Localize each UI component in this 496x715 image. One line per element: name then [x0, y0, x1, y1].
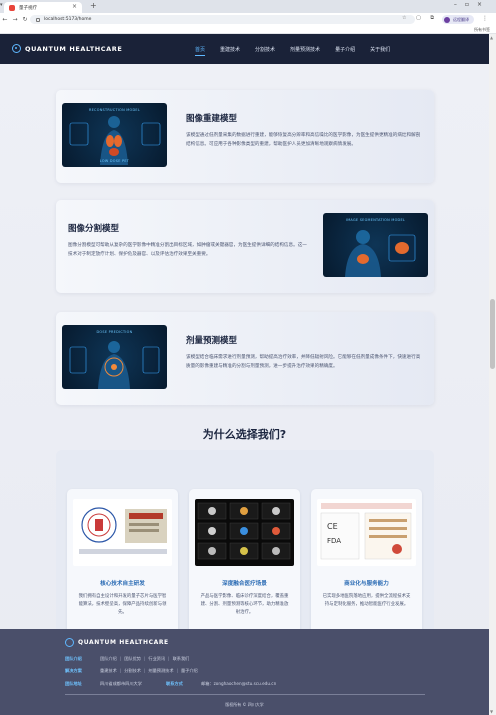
footer-divider [65, 694, 425, 695]
close-tab-icon[interactable]: × [72, 3, 77, 10]
forward-icon[interactable]: → [10, 16, 20, 23]
scroll-down-icon[interactable]: ▼ [490, 709, 493, 714]
browser-tab[interactable]: 量子视疗 × [4, 2, 82, 13]
footer-link[interactable]: 分割技术 [124, 668, 141, 674]
footer-logo-icon [65, 638, 74, 647]
certificate-image [73, 499, 172, 566]
image-caption-bottom: LOW DOSE PET [99, 159, 130, 163]
brand-name: QUANTUM HEALTHCARE [25, 44, 123, 53]
feature-card-core-tech: 核心技术自主研发 我们拥有自主设计和开发的量子芯片与医学智能算法，技术壁垒高，保… [67, 489, 178, 635]
footer-brand: QUANTUM HEALTHCARE [65, 638, 169, 647]
footer-label: 团队介绍 [65, 656, 82, 661]
body-scan-icon [69, 116, 161, 165]
scroll-up-icon[interactable]: ▲ [490, 35, 493, 40]
page-content: QUANTUM HEALTHCARE 首页 重建技术 分割技术 剂量预测技术 量… [0, 34, 489, 715]
footer-link[interactable]: 剂量预测技术 [148, 668, 173, 674]
nav-link-home[interactable]: 首页 [195, 46, 206, 56]
svg-text:FDA: FDA [327, 537, 341, 545]
extension-icons[interactable]: ☆ ▢ ⧉ [402, 15, 438, 21]
nav-links: 首页 重建技术 分割技术 剂量预测技术 量子介绍 关于我们 [195, 46, 405, 56]
footer-link[interactable]: 重建技术 [100, 668, 117, 674]
feature-title: 核心技术自主研发 [100, 581, 145, 587]
model-card-dose-prediction: DOSE PREDICTION 剂量预测模型 该模型结合临床需求进行剂量预测，帮… [56, 312, 434, 405]
avatar [444, 16, 450, 23]
footer-link[interactable]: 团队介绍 [100, 656, 117, 662]
feature-title: 商业化与服务能力 [344, 581, 389, 587]
segmentation-model-image: IMAGE SEGMENTATION MODEL [323, 213, 428, 277]
footer-brand-name: QUANTUM HEALTHCARE [78, 639, 169, 646]
why-section-title: 为什么选择我们? [202, 428, 287, 441]
scan-grid-icon [197, 502, 291, 560]
footer-label: 解决方案 [65, 668, 82, 673]
profile-button[interactable]: 远程翻译 [442, 15, 474, 24]
feature-description: 产品与医学影像、临床诊疗深度结合，覆盖重建、分割、剂量预测等核心环节，助力精准放… [200, 594, 289, 615]
footer-email[interactable]: zonghaochen@stu.scu.edu.cn [214, 681, 277, 687]
nav-link-reconstruction[interactable]: 重建技术 [220, 46, 240, 53]
window-controls[interactable]: –▫× [454, 1, 490, 8]
footer-label: 团队地址 [65, 681, 82, 686]
footer: QUANTUM HEALTHCARE 团队介绍 团队介绍 | 团队优势 | 行业资讯… [0, 629, 489, 715]
top-navigation: QUANTUM HEALTHCARE 首页 重建技术 分割技术 剂量预测技术 量… [0, 34, 489, 64]
nav-link-about[interactable]: 关于我们 [370, 46, 390, 53]
url-text: localhost:5173/home [44, 17, 92, 22]
menu-icon[interactable]: ⋮ [482, 15, 488, 22]
model-title: 图像分割模型 [68, 224, 120, 234]
certificate-icon [79, 507, 167, 554]
footer-link[interactable]: 团队优势 [124, 656, 141, 662]
footer-row-solutions: 解决方案 重建技术 | 分割技术 | 剂量预测技术 | 量子介绍 [65, 668, 198, 674]
footer-label: 联系方式 [166, 681, 183, 686]
model-title: 图像重建模型 [186, 114, 238, 124]
back-icon[interactable]: ← [0, 16, 10, 23]
model-description: 该模型结合临床需求进行剂量预测，帮助提高治疗效率，并降低辐射风险。它能够在低剂量… [186, 355, 421, 369]
profile-label: 远程翻译 [453, 16, 469, 22]
tab-list-icon[interactable]: ▾ [0, 2, 3, 8]
tab-title: 量子视疗 [19, 5, 37, 11]
reload-icon[interactable]: ↻ [20, 16, 30, 23]
browser-tab-bar: ▾ 量子视疗 × + –▫× [0, 0, 496, 13]
page-scrollbar[interactable]: ▲ ▼ [489, 34, 496, 715]
dose-prediction-image: DOSE PREDICTION [62, 325, 167, 389]
model-card-reconstruction: RECONSTRUCTION MODEL LOW DOSE PET 图像重建模型… [56, 90, 434, 183]
feature-card-medical-integration: 深度融合医疗场景 产品与医学影像、临床诊疗深度结合，覆盖重建、分割、剂量预测等核… [189, 489, 300, 635]
nav-link-dose-prediction[interactable]: 剂量预测技术 [290, 46, 320, 53]
scrollbar-thumb[interactable] [490, 299, 495, 369]
model-title: 剂量预测模型 [186, 336, 238, 346]
footer-link[interactable]: 量子介绍 [181, 668, 198, 674]
reconstruction-model-image: RECONSTRUCTION MODEL LOW DOSE PET [62, 103, 167, 167]
svg-text:CE: CE [327, 522, 338, 531]
brand-logo-icon [12, 44, 21, 53]
feature-title: 深度融合医疗场景 [222, 581, 267, 587]
feature-card-commercialization: CE FDA 商业化与服务能力 已实现多地医院落地应用，提供全流程技术支持与定制… [311, 489, 422, 635]
new-tab-button[interactable]: + [90, 1, 97, 10]
footer-address: 四川省成都市四川大学 [100, 681, 142, 686]
feature-description: 我们拥有自主设计和开发的量子芯片与医学智能算法，技术壁垒高，保障产品持续创新与领… [78, 594, 167, 615]
address-bar-row: ← → ↻ localhost:5173/home ☆ ▢ ⧉ 远程翻译 ⋮ [0, 13, 496, 26]
approval-documents-image: CE FDA [317, 499, 416, 566]
favicon-icon [9, 4, 15, 11]
bookmarks-bar: 所有书签 [0, 26, 496, 34]
footer-row-team: 团队介绍 团队介绍 | 团队优势 | 行业资讯 | 联系我们 [65, 656, 190, 662]
footer-email-label: 邮箱： [201, 681, 214, 686]
all-bookmarks-button[interactable]: 所有书签 [474, 27, 490, 33]
footer-link[interactable]: 行业资讯 [148, 656, 165, 662]
url-field[interactable]: localhost:5173/home [30, 15, 415, 24]
scan-grid-image [195, 499, 294, 566]
nav-link-segmentation[interactable]: 分割技术 [255, 46, 275, 53]
model-card-segmentation: 图像分割模型 图像分割模型可帮助从复杂的医学影像中精准分割出目标区域，如肿瘤或关… [56, 200, 434, 293]
site-info-icon[interactable] [36, 17, 40, 22]
body-segmentation-icon [345, 230, 416, 277]
dose-body-icon [69, 341, 160, 389]
footer-row-contact: 团队地址 四川省成都市四川大学 联系方式 邮箱： zonghaochen@stu… [65, 681, 276, 687]
model-description: 图像分割模型可帮助从复杂的医学影像中精准分割出目标区域，如肿瘤或关键器官，为医生… [68, 243, 307, 257]
nav-link-quantum[interactable]: 量子介绍 [335, 46, 355, 53]
copyright: 版权所有 © 四川大学 [225, 702, 264, 707]
footer-link[interactable]: 联系我们 [173, 656, 190, 662]
feature-description: 已实现多地医院落地应用，提供全流程技术支持与定制化服务，推动智能医疗行业发展。 [322, 594, 411, 607]
approval-documents-icon: CE FDA [320, 503, 412, 560]
brand[interactable]: QUANTUM HEALTHCARE [12, 44, 122, 53]
model-description: 该模型通过低剂量采集的数据进行重建，能够恢复高分辨率和高信噪比的医学影像，为医生… [186, 133, 421, 147]
